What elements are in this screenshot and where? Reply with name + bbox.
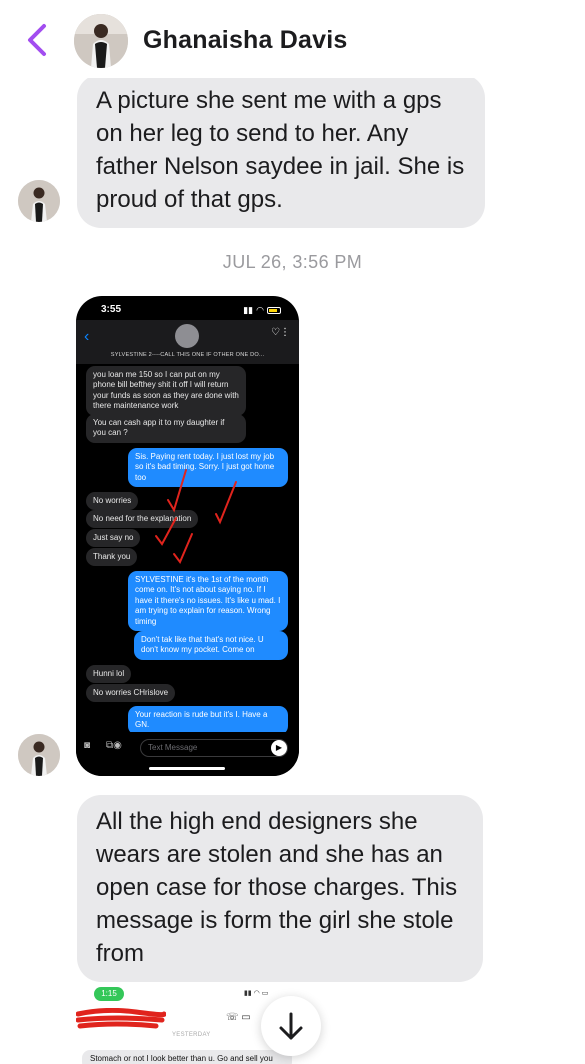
conversation-header: Ghanaisha Davis bbox=[0, 0, 585, 78]
imessage-bubble: No worries CHrislove bbox=[86, 684, 176, 703]
status-icons: ▮▮ ◠ bbox=[243, 305, 281, 316]
chevron-left-icon: ‹ bbox=[84, 328, 90, 345]
sender-avatar bbox=[18, 180, 60, 222]
date-divider: YESTERDAY bbox=[172, 1032, 211, 1038]
imessage-bubble: Your reaction is rude but it's I. Have a… bbox=[128, 706, 288, 735]
imessage-contact-name: SYLVESTINE 2----CALL THIS ONE IF OTHER O… bbox=[110, 352, 265, 358]
imessage-text-field: Text Message bbox=[140, 739, 288, 757]
avatar[interactable] bbox=[74, 14, 128, 68]
imessage-bubble: Thank you bbox=[86, 548, 138, 567]
attached-screenshot[interactable]: 3:55 ▮▮ ◠ ‹ ♡⋮ SYLVESTINE 2----CALL THIS… bbox=[76, 296, 299, 776]
red-scribble-redaction bbox=[76, 1008, 166, 1029]
message-text: A picture she sent me with a gps on her … bbox=[96, 87, 465, 213]
status-time: 3:55 bbox=[101, 304, 122, 315]
facetime-icon: ♡⋮ bbox=[271, 327, 290, 338]
send-icon: ▶ bbox=[271, 740, 287, 756]
message-text: All the high end designers she wears are… bbox=[96, 808, 458, 967]
timestamp: JUL 26, 3:56 PM bbox=[222, 252, 363, 272]
wifi-icon: ◠ bbox=[256, 305, 264, 315]
call-icon: ☏ ▭ bbox=[226, 1012, 251, 1023]
imessage-bubble: Don't tak like that that's not nice. U d… bbox=[134, 631, 288, 660]
imessage-bubble: You can cash app it to my daughter if yo… bbox=[86, 414, 246, 443]
imessage-bubble: No need for the explanation bbox=[86, 510, 199, 529]
camera-icon: ◙ bbox=[84, 740, 91, 751]
incoming-message-bubble[interactable]: All the high end designers she wears are… bbox=[77, 795, 483, 982]
arrow-down-icon bbox=[279, 1012, 303, 1040]
home-indicator bbox=[149, 767, 225, 770]
imessage-bubble: Just say no bbox=[86, 529, 141, 548]
imessage-bubble: No worries bbox=[86, 492, 139, 511]
scroll-to-bottom-button[interactable] bbox=[261, 996, 321, 1056]
imessage-bubble: Hunni lol bbox=[86, 665, 132, 684]
imessage-bubble: SYLVESTINE it's the 1st of the month com… bbox=[128, 571, 288, 632]
imessage-header: ‹ ♡⋮ SYLVESTINE 2----CALL THIS ONE IF OT… bbox=[76, 320, 299, 364]
status-time: 1:15 bbox=[94, 987, 124, 1001]
imessage-bubble: Sis. Paying rent today. I just lost my j… bbox=[128, 448, 288, 488]
apps-icon: ⧉◉ bbox=[106, 740, 122, 751]
conversation-screen: Ghanaisha Davis A picture she sent me wi… bbox=[0, 0, 585, 1064]
imessage-bubble: you loan me 150 so I can put on my phone… bbox=[86, 366, 246, 416]
sender-avatar bbox=[18, 734, 60, 776]
contact-name[interactable]: Ghanaisha Davis bbox=[143, 26, 347, 55]
contact-avatar bbox=[175, 324, 199, 348]
chevron-left-icon[interactable] bbox=[22, 22, 52, 58]
incoming-message-bubble[interactable]: A picture she sent me with a gps on her … bbox=[77, 74, 485, 228]
signal-icon: ▮▮ bbox=[243, 305, 254, 315]
battery-icon bbox=[267, 307, 281, 314]
